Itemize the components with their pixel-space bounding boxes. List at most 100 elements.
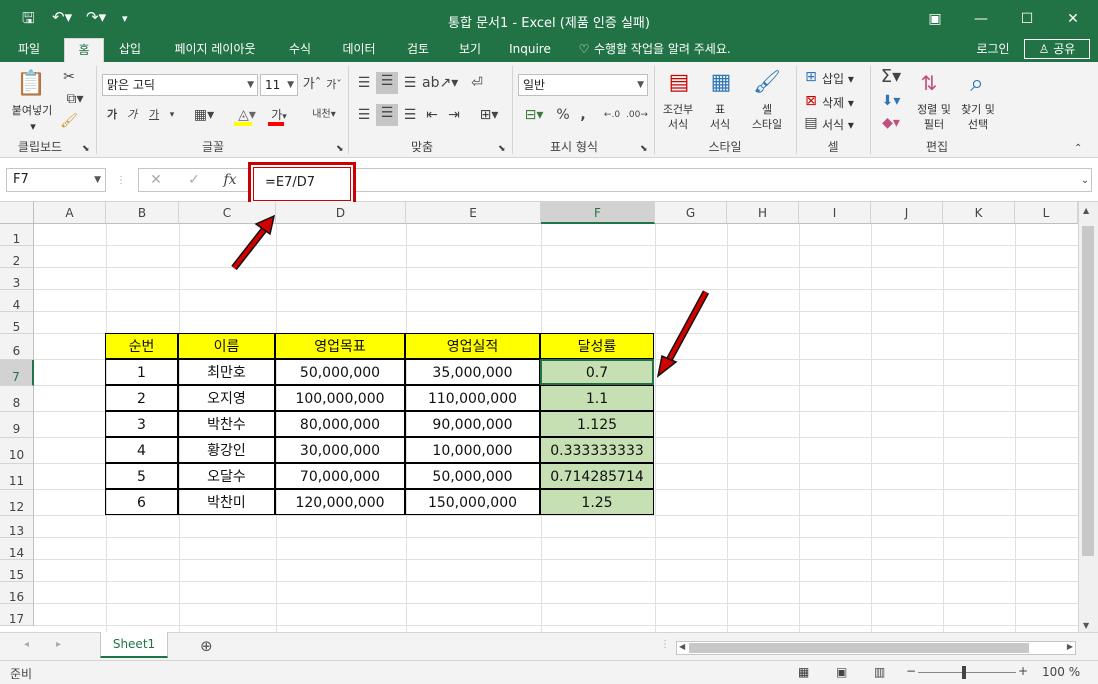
italic-button[interactable]: 가: [124, 106, 140, 124]
chevron-down-icon: ▼: [637, 80, 644, 90]
percent-button[interactable]: %: [554, 106, 572, 124]
tab-view[interactable]: 보기: [450, 38, 490, 62]
group-separator: [512, 66, 513, 154]
zoom-in-icon[interactable]: +: [1018, 664, 1028, 678]
decrease-font-icon[interactable]: 가ˇ: [324, 76, 344, 94]
page-layout-view-icon[interactable]: ▣: [836, 665, 847, 679]
align-center-icon[interactable]: ☰: [376, 104, 398, 126]
find-select-button[interactable]: 찾기 및 선택: [954, 102, 1002, 132]
decrease-indent-icon[interactable]: ⇤: [422, 106, 442, 124]
sort-filter-button[interactable]: 정렬 및 필터: [910, 102, 958, 132]
font-name-select[interactable]: 맑은 고딕 ▼: [102, 74, 258, 96]
enter-icon[interactable]: ✓: [184, 171, 204, 189]
expand-formula-icon[interactable]: ⌄: [1078, 172, 1092, 190]
zoom-slider[interactable]: [918, 672, 1016, 673]
increase-font-icon[interactable]: 가ˆ: [302, 76, 322, 94]
format-table-icon[interactable]: ▦: [706, 68, 736, 98]
share-button[interactable]: ♙ 공유: [1024, 39, 1090, 59]
copy-icon[interactable]: ⧉▾: [60, 90, 90, 108]
worksheet-grid[interactable]: A B C D E F G H I J K L 1 2 3 4 5 6 7 8 9 10 11 12 1…: [0, 202, 1098, 632]
formula-input[interactable]: =E7/D7: [248, 162, 356, 206]
insert-function-icon[interactable]: fx: [220, 171, 240, 189]
underline-button[interactable]: 가: [146, 106, 162, 124]
comma-button[interactable]: ,: [576, 106, 590, 124]
tab-formulas[interactable]: 수식: [280, 38, 320, 62]
magnifier-icon[interactable]: ⌕: [962, 68, 992, 98]
dialog-launcher-icon[interactable]: ⬊: [336, 140, 344, 158]
conditional-format-icon[interactable]: ▤: [664, 68, 694, 98]
conditional-format-button[interactable]: 조건부 서식: [656, 102, 700, 132]
scroll-right-icon[interactable]: ▶: [1067, 642, 1073, 651]
align-bottom-icon[interactable]: ☰: [400, 74, 420, 92]
autosum-icon[interactable]: Σ▾: [876, 68, 906, 86]
format-table-button[interactable]: 표 서식: [700, 102, 740, 132]
tab-file[interactable]: 파일: [6, 38, 52, 62]
cell-styles-icon[interactable]: 🖌: [752, 68, 782, 98]
next-sheet-icon[interactable]: ▸: [56, 639, 61, 650]
increase-indent-icon[interactable]: ⇥: [444, 106, 464, 124]
horizontal-scrollbar[interactable]: ◀ ▶: [676, 641, 1076, 655]
accounting-format-icon[interactable]: ⊟▾: [518, 106, 550, 124]
align-middle-icon[interactable]: ☰: [376, 72, 398, 94]
name-box-value: F7: [13, 172, 29, 187]
close-icon[interactable]: ✕: [1050, 6, 1096, 32]
clear-icon[interactable]: ◆▾: [876, 114, 906, 132]
zoom-level[interactable]: 100 %: [1042, 665, 1080, 679]
format-painter-icon[interactable]: 🖌: [60, 112, 78, 130]
tab-data[interactable]: 데이터: [332, 38, 386, 62]
minimize-icon[interactable]: —: [958, 6, 1004, 32]
normal-view-icon[interactable]: ▦: [798, 665, 809, 679]
increase-decimal-icon[interactable]: ←.0: [602, 106, 622, 124]
sheet-tab-sheet1[interactable]: Sheet1: [100, 632, 168, 658]
delete-cells-button[interactable]: 삭제 ▾: [822, 94, 864, 111]
bold-button[interactable]: 가: [104, 106, 120, 124]
align-left-icon[interactable]: ☰: [354, 106, 374, 124]
font-size-select[interactable]: 11 ▼: [260, 74, 298, 96]
align-right-icon[interactable]: ☰: [400, 106, 420, 124]
merge-center-icon[interactable]: ⊞▾: [474, 106, 504, 124]
paste-icon[interactable]: 📋: [16, 68, 46, 98]
border-icon[interactable]: ▦▾: [190, 106, 218, 124]
cancel-icon[interactable]: ✕: [146, 171, 166, 189]
name-box[interactable]: F7 ▼: [6, 168, 106, 192]
sort-filter-icon[interactable]: ⇅: [914, 70, 944, 96]
orientation-icon[interactable]: ab↗▾: [422, 74, 458, 92]
dialog-launcher-icon[interactable]: ⬊: [640, 140, 648, 158]
dialog-launcher-icon[interactable]: ⬊: [82, 140, 90, 158]
insert-cells-button[interactable]: 삽입 ▾: [822, 70, 864, 87]
fill-icon[interactable]: ⬇▾: [876, 92, 906, 110]
delete-cells-icon[interactable]: ⊠: [802, 92, 820, 110]
phonetic-button[interactable]: 내천▾: [306, 106, 342, 124]
prev-sheet-icon[interactable]: ◂: [24, 639, 29, 650]
more-icon: ⋮: [660, 639, 670, 650]
number-format-select[interactable]: 일반 ▼: [518, 74, 648, 96]
insert-cells-icon[interactable]: ⊞: [802, 68, 820, 86]
tab-home[interactable]: 홈: [64, 38, 104, 62]
dialog-launcher-icon[interactable]: ⬊: [498, 140, 506, 158]
add-sheet-icon[interactable]: ⊕: [200, 637, 213, 655]
cell-styles-button[interactable]: 셀 스타일: [742, 102, 792, 132]
scroll-left-icon[interactable]: ◀: [679, 642, 685, 651]
tab-insert[interactable]: 삽입: [110, 38, 150, 62]
zoom-slider-thumb[interactable]: [962, 666, 966, 679]
h-scrollbar-thumb[interactable]: [689, 643, 1029, 653]
tell-me-box[interactable]: 수행할 작업을 알려 주세요.: [594, 38, 744, 62]
login-link[interactable]: 로그인: [968, 38, 1018, 62]
format-cells-icon[interactable]: ▤: [802, 114, 820, 132]
ribbon-display-icon[interactable]: ▣: [912, 6, 958, 32]
decrease-decimal-icon[interactable]: .00→: [626, 106, 648, 124]
tab-inquire[interactable]: Inquire: [502, 38, 558, 62]
zoom-out-icon[interactable]: −: [906, 664, 916, 678]
tab-page-layout[interactable]: 페이지 레이아웃: [160, 38, 270, 62]
chevron-down-icon[interactable]: ▾: [166, 106, 178, 124]
paste-dropdown-icon[interactable]: ▾: [28, 120, 38, 133]
collapse-ribbon-icon[interactable]: ⌃: [1074, 140, 1082, 158]
maximize-icon[interactable]: ☐: [1004, 6, 1050, 32]
tab-review[interactable]: 검토: [398, 38, 438, 62]
paste-button[interactable]: 붙여넣기: [4, 102, 60, 118]
format-cells-button[interactable]: 서식 ▾: [822, 116, 864, 133]
wrap-text-icon[interactable]: ⏎: [466, 74, 488, 92]
align-top-icon[interactable]: ☰: [354, 74, 374, 92]
cut-icon[interactable]: ✂: [60, 68, 78, 86]
page-break-view-icon[interactable]: ▥: [874, 665, 885, 679]
